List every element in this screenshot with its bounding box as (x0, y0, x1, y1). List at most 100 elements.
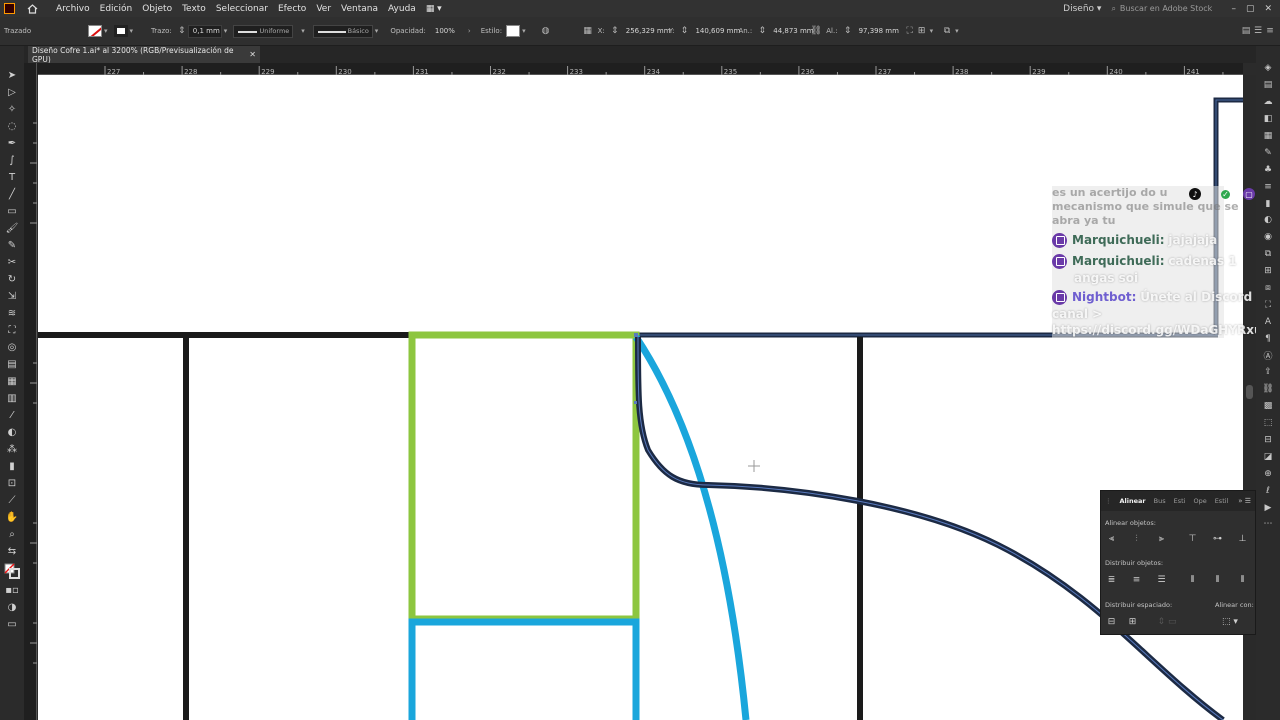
horizontal-ruler[interactable]: 227 228 229 230 231 232 233 234 235 236 237 238 239 2… (38, 63, 1243, 78)
graphic-style-swatch[interactable] (506, 25, 521, 37)
align-bottom-icon[interactable]: ⊥ (1236, 532, 1249, 545)
menu-objeto[interactable]: Objeto (137, 4, 177, 14)
stroke-swatch[interactable] (113, 25, 128, 37)
screen-mode-icon[interactable]: ▭ (4, 616, 20, 633)
variables-panel-icon[interactable]: ⋯ (1260, 516, 1276, 533)
links-panel-icon[interactable]: ⛓ (1260, 381, 1276, 398)
transparency-panel-icon[interactable]: ◐ (1260, 212, 1276, 229)
anchor-point[interactable] (634, 333, 638, 337)
minimize-button[interactable]: – (1231, 4, 1236, 14)
fill-swatch[interactable] (88, 25, 102, 37)
menu-ver[interactable]: Ver (311, 4, 336, 14)
maximize-button[interactable]: ▢ (1246, 4, 1255, 14)
transform-icon[interactable]: ⛶ (904, 25, 916, 37)
profile-dropdown-icon[interactable]: ▾ (299, 27, 307, 35)
magic-wand-tool-icon[interactable]: ✧ (4, 101, 20, 118)
zoom-tool-icon[interactable]: ⌕ (4, 526, 20, 543)
rotate-tool-icon[interactable]: ↻ (4, 271, 20, 288)
opacity-field[interactable]: 100% (429, 24, 466, 38)
tab-esti[interactable]: Esti (1174, 497, 1186, 505)
align-icon[interactable]: ⊞ (916, 25, 928, 37)
eyedropper-tool-icon[interactable]: ⁄ (4, 407, 20, 424)
stroke-panel-icon[interactable]: ≡ (1260, 178, 1276, 195)
graph-tool-icon[interactable]: ▮ (4, 458, 20, 475)
blue-rectangle[interactable] (408, 618, 640, 720)
recolor-icon[interactable]: ◍ (540, 25, 552, 37)
fill-dropdown-icon[interactable]: ▾ (102, 27, 110, 35)
scale-tool-icon[interactable]: ⇲ (4, 288, 20, 305)
image-trace-panel-icon[interactable]: ▩ (1260, 398, 1276, 415)
y-stepper-icon[interactable]: ⇕ (678, 25, 690, 37)
tab-bus[interactable]: Bus (1154, 497, 1166, 505)
distribute-top-icon[interactable]: ≣ (1105, 573, 1118, 586)
symbols-panel-icon[interactable]: ♣ (1260, 161, 1276, 178)
close-tab-icon[interactable]: ✕ (249, 50, 256, 59)
constrain-proportions-icon[interactable]: ⛓ (810, 25, 822, 37)
symbol-sprayer-tool-icon[interactable]: ⁂ (4, 441, 20, 458)
distribute-left-icon[interactable]: ⫴ (1186, 573, 1199, 586)
menu-texto[interactable]: Texto (177, 4, 211, 14)
tab-ope[interactable]: Ope (1193, 497, 1206, 505)
distribute-bottom-icon[interactable]: ☰ (1155, 573, 1168, 586)
shape-builder-tool-icon[interactable]: ◎ (4, 339, 20, 356)
tab-estil[interactable]: Estil (1215, 497, 1229, 505)
actions-panel-icon[interactable]: ▶ (1260, 499, 1276, 516)
layers-panel-icon[interactable]: ▤ (1260, 77, 1276, 94)
artwork[interactable] (38, 75, 1243, 720)
artboard-tool-icon[interactable]: ⊡ (4, 475, 20, 492)
transform-panel-icon[interactable]: ⛶ (1260, 296, 1276, 313)
appearance-panel-icon[interactable]: ◉ (1260, 229, 1276, 246)
shaper-tool-icon[interactable]: ✎ (4, 237, 20, 254)
warp-tool-icon[interactable]: ≋ (4, 305, 20, 322)
info-panel-icon[interactable]: ⊕ (1260, 465, 1276, 482)
curvature-tool-icon[interactable]: ∫ (4, 152, 20, 169)
width-stepper-icon[interactable]: ⇕ (756, 25, 768, 37)
home-icon[interactable] (25, 2, 39, 15)
scrollbar-thumb[interactable] (1246, 385, 1253, 399)
distribute-vspace-icon[interactable]: ⊟ (1105, 615, 1118, 628)
close-window-button[interactable]: ✕ (1264, 4, 1272, 14)
opentype-panel-icon[interactable]: Ⓐ (1260, 347, 1276, 364)
paragraph-panel-icon[interactable]: ¶ (1260, 330, 1276, 347)
gradient-tool-icon[interactable]: ▥ (4, 390, 20, 407)
panel-grip-icon[interactable]: ⋮ (1105, 497, 1112, 505)
stroke-dropdown-icon[interactable]: ▾ (128, 27, 136, 35)
isolate-dropdown-icon[interactable]: ▾ (953, 27, 961, 35)
libraries-panel-icon[interactable]: ☁ (1260, 94, 1276, 111)
drawing-mode-icon[interactable]: ◑ (4, 599, 20, 616)
tab-alinear[interactable]: Alinear (1120, 497, 1146, 505)
character-panel-icon[interactable]: A (1260, 313, 1276, 330)
selection-tool-icon[interactable]: ➤ (4, 67, 20, 84)
blue-arc[interactable] (633, 335, 750, 720)
perspective-grid-tool-icon[interactable]: ▤ (4, 356, 20, 373)
brush-dropdown-icon[interactable]: ▾ (373, 27, 381, 35)
height-stepper-icon[interactable]: ⇕ (842, 25, 854, 37)
control-options-icon[interactable]: ≡ (1264, 25, 1276, 37)
fill-stroke-icon[interactable] (4, 560, 20, 582)
menu-archivo[interactable]: Archivo (51, 4, 95, 14)
green-rectangle[interactable] (408, 331, 640, 623)
y-field[interactable]: 140,609 mm (690, 24, 740, 38)
pen-tool-icon[interactable]: ✒ (4, 135, 20, 152)
distribute-vcenter-icon[interactable]: ≡ (1130, 573, 1143, 586)
color-panel-icon[interactable]: ◧ (1260, 111, 1276, 128)
align-right-icon[interactable]: ⫸ (1155, 532, 1168, 545)
workspace-switcher[interactable]: Diseño ▾ (1063, 4, 1101, 14)
height-field[interactable]: 97,398 mm (853, 24, 899, 38)
align-panel-icon[interactable]: ⊟ (1260, 432, 1276, 449)
slice-tool-icon[interactable]: ⟋ (4, 492, 20, 509)
direct-selection-tool-icon[interactable]: ▷ (4, 84, 20, 101)
variable-width-profile[interactable]: Uniforme (233, 24, 294, 38)
lasso-tool-icon[interactable]: ◌ (4, 118, 20, 135)
stroke-stepper-icon[interactable]: ⇕ (176, 25, 188, 37)
menu-seleccionar[interactable]: Seleccionar (211, 4, 273, 14)
brushes-panel-icon[interactable]: ✎ (1260, 144, 1276, 161)
artboard-canvas[interactable] (38, 75, 1243, 720)
x-field[interactable]: 256,329 mm (620, 24, 671, 38)
color-mode-icon[interactable]: ▪▫ (4, 582, 20, 599)
align-hcenter-icon[interactable]: ⫶ (1130, 532, 1143, 545)
arrange-documents-icon[interactable]: ▦ ▾ (421, 4, 447, 14)
align-dropdown-icon[interactable]: ▾ (928, 27, 936, 35)
free-transform-tool-icon[interactable]: ⛶ (4, 322, 20, 339)
line-tool-icon[interactable]: ╱ (4, 186, 20, 203)
